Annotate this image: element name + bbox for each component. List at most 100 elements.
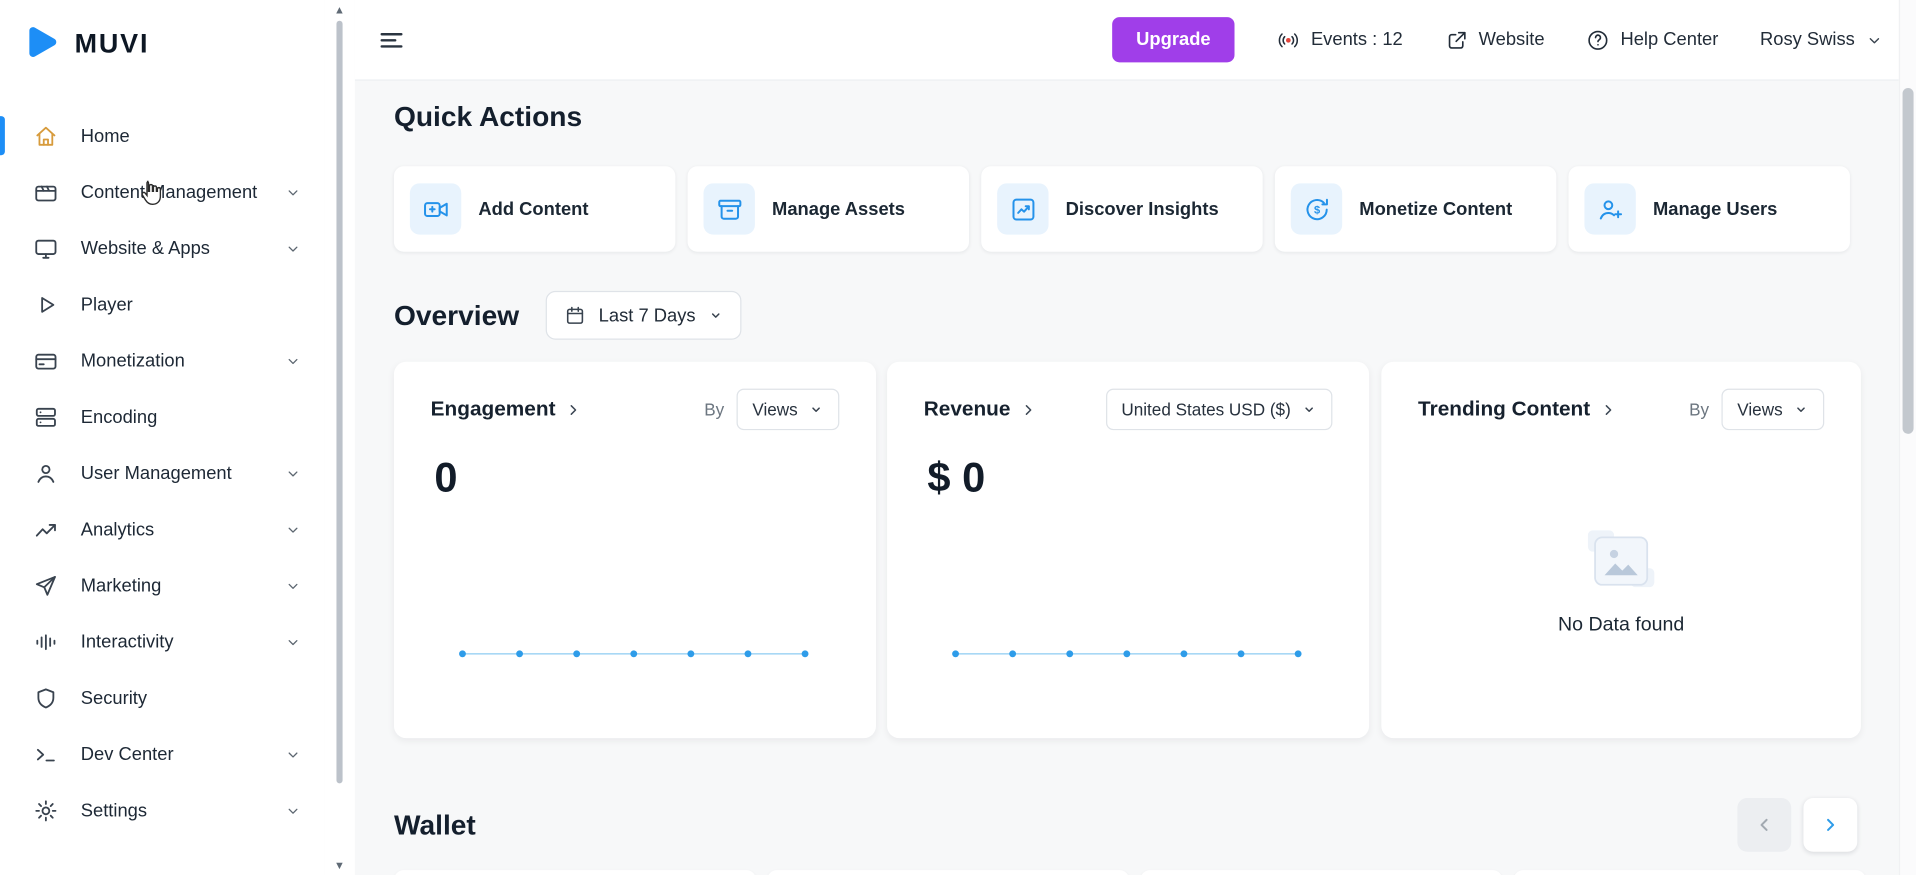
calendar-icon xyxy=(564,304,586,326)
views-filter-dropdown[interactable]: Views xyxy=(736,389,839,431)
date-range-dropdown[interactable]: Last 7 Days xyxy=(546,291,741,340)
scroll-down-arrow-icon[interactable]: ▼ xyxy=(324,859,355,871)
sidebar-item-label: User Management xyxy=(81,463,232,484)
revenue-value: $ 0 xyxy=(927,455,1332,503)
sidebar-item-label: Encoding xyxy=(81,406,158,427)
top-bar: Upgrade Events : 12 Website Help Center xyxy=(355,0,1899,81)
sidebar-item-website-apps[interactable]: Website & Apps xyxy=(0,220,324,276)
upgrade-button[interactable]: Upgrade xyxy=(1112,17,1235,62)
quick-action-manage-assets[interactable]: Manage Assets xyxy=(688,166,969,252)
sidebar-item-user-management[interactable]: User Management xyxy=(0,445,324,501)
broadcast-icon xyxy=(1277,27,1301,51)
wallet-next-button[interactable] xyxy=(1803,798,1857,852)
sidebar-item-analytics[interactable]: Analytics xyxy=(0,501,324,557)
engagement-value: 0 xyxy=(434,455,839,503)
quick-action-discover-insights[interactable]: Discover Insights xyxy=(981,166,1262,252)
home-icon xyxy=(33,123,59,149)
user-icon xyxy=(33,460,59,486)
currency-dropdown[interactable]: United States USD ($) xyxy=(1105,389,1332,431)
chart-insights-icon xyxy=(997,183,1048,234)
help-center-label: Help Center xyxy=(1620,29,1718,50)
dropdown-value: United States USD ($) xyxy=(1121,400,1290,420)
question-circle-icon xyxy=(1586,27,1610,51)
sidebar-scrollbar-thumb[interactable] xyxy=(336,21,342,784)
help-center-link[interactable]: Help Center xyxy=(1586,27,1718,51)
views-filter-dropdown[interactable]: Views xyxy=(1721,389,1824,431)
events-button[interactable]: Events : 12 xyxy=(1277,27,1403,51)
engagement-card: Engagement By Views 0 xyxy=(394,362,876,738)
sidebar-item-dev-center[interactable]: Dev Center xyxy=(0,726,324,782)
wallet-card-stub xyxy=(1513,870,1865,875)
sidebar-item-interactivity[interactable]: Interactivity xyxy=(0,613,324,669)
sidebar-item-label: Settings xyxy=(81,800,147,821)
quick-action-label: Monetize Content xyxy=(1359,199,1512,220)
revenue-sparkline xyxy=(951,640,1303,660)
muvi-dashboard: MUVI Home Content Management Website & A… xyxy=(0,0,1916,875)
sidebar-item-player[interactable]: Player xyxy=(0,276,324,332)
sidebar-item-home[interactable]: Home xyxy=(0,108,324,164)
server-stack-icon xyxy=(33,404,59,430)
events-label: Events : 12 xyxy=(1311,29,1403,50)
revenue-card: Revenue United States USD ($) $ 0 xyxy=(887,362,1369,738)
card-title: Engagement xyxy=(431,397,556,421)
sidebar-item-monetization[interactable]: Monetization xyxy=(0,332,324,388)
wallet-card-stub xyxy=(1140,870,1502,875)
overview-title: Overview xyxy=(394,299,519,332)
page-scrollbar xyxy=(1899,0,1916,875)
trending-content-title-link[interactable]: Trending Content xyxy=(1418,397,1617,421)
sidebar-item-label: Marketing xyxy=(81,575,162,596)
sidebar-item-label: Home xyxy=(81,125,130,146)
main-content: Quick Actions Add Content Manage Assets … xyxy=(355,81,1899,875)
sidebar-item-label: Dev Center xyxy=(81,744,174,765)
hamburger-menu-icon[interactable] xyxy=(377,25,406,54)
user-plus-icon xyxy=(1584,183,1635,234)
chevron-down-icon xyxy=(284,351,302,369)
quick-actions-title: Quick Actions xyxy=(394,100,582,133)
sidebar-item-label: Player xyxy=(81,294,133,315)
sidebar-item-encoding[interactable]: Encoding xyxy=(0,389,324,445)
user-name: Rosy Swiss xyxy=(1760,29,1855,50)
sidebar-item-label: Content Management xyxy=(81,181,258,202)
trend-up-icon xyxy=(33,516,59,542)
dropdown-value: Views xyxy=(752,400,797,420)
dropdown-value: Views xyxy=(1737,400,1782,420)
terminal-icon xyxy=(33,741,59,767)
sidebar-item-content-management[interactable]: Content Management xyxy=(0,164,324,220)
wallet-title: Wallet xyxy=(394,808,476,841)
chevron-down-icon xyxy=(809,402,824,417)
engagement-title-link[interactable]: Engagement xyxy=(431,397,583,421)
chevron-down-icon xyxy=(284,520,302,538)
chevron-down-icon xyxy=(284,801,302,819)
wallet-prev-button[interactable] xyxy=(1737,798,1791,852)
quick-action-manage-users[interactable]: Manage Users xyxy=(1569,166,1850,252)
user-menu[interactable]: Rosy Swiss xyxy=(1760,29,1884,50)
brand-logo[interactable]: MUVI xyxy=(0,0,324,66)
quick-action-label: Manage Users xyxy=(1653,199,1777,220)
card-title: Trending Content xyxy=(1418,397,1590,421)
chevron-down-icon xyxy=(284,632,302,650)
chevron-down-icon xyxy=(284,239,302,257)
chevron-down-icon xyxy=(1794,402,1809,417)
waveform-icon xyxy=(33,629,59,655)
sidebar-item-label: Monetization xyxy=(81,350,185,371)
by-label: By xyxy=(1689,400,1709,420)
sidebar-item-security[interactable]: Security xyxy=(0,670,324,726)
sidebar-item-settings[interactable]: Settings xyxy=(0,782,324,838)
external-link-icon xyxy=(1444,27,1468,51)
wallet-card-stub xyxy=(394,870,756,875)
scroll-up-arrow-icon[interactable]: ▲ xyxy=(324,4,355,16)
sidebar-item-marketing[interactable]: Marketing xyxy=(0,557,324,613)
quick-action-monetize-content[interactable]: $ Monetize Content xyxy=(1275,166,1556,252)
chevron-down-icon xyxy=(284,183,302,201)
quick-action-add-content[interactable]: Add Content xyxy=(394,166,675,252)
top-bar-actions: Upgrade Events : 12 Website Help Center xyxy=(1112,17,1884,62)
page-scrollbar-thumb[interactable] xyxy=(1903,88,1914,434)
by-label: By xyxy=(704,400,724,420)
no-data-image-icon xyxy=(1583,528,1659,596)
chevron-down-icon xyxy=(284,745,302,763)
revenue-title-link[interactable]: Revenue xyxy=(924,397,1038,421)
trending-content-card: Trending Content By Views No Data found xyxy=(1381,362,1861,738)
website-link[interactable]: Website xyxy=(1444,27,1544,51)
sidebar: MUVI Home Content Management Website & A… xyxy=(0,0,324,875)
svg-text:$: $ xyxy=(1313,204,1320,216)
